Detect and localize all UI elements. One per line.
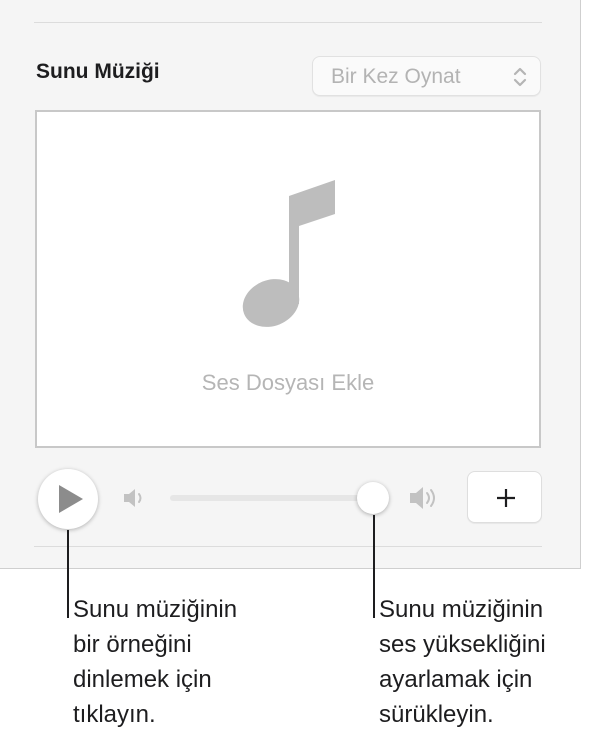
volume-callout-line xyxy=(373,515,375,618)
callout-line-text: Sunu müziğinin xyxy=(379,596,544,623)
top-divider xyxy=(34,22,542,23)
callout-line-text: ses yüksekliğini xyxy=(379,631,546,658)
add-audio-file-label: Ses Dosyası Ekle xyxy=(201,370,375,395)
add-audio-button[interactable] xyxy=(467,471,542,523)
audio-drop-zone[interactable]: Ses Dosyası Ekle xyxy=(35,110,541,448)
callout-line-text: Sunu müziğinin xyxy=(73,596,238,623)
play-button[interactable] xyxy=(38,469,98,529)
bottom-divider xyxy=(34,546,542,547)
chevron-up-down-icon xyxy=(513,67,527,87)
callout-line-text: sürükleyin. xyxy=(379,701,494,728)
volume-slider-track[interactable] xyxy=(170,495,372,501)
music-note-icon xyxy=(242,180,335,327)
plus-icon xyxy=(497,489,515,507)
volume-callout-text: Sunu müziğinin ses yüksekliğini ayarlama… xyxy=(379,592,546,732)
speaker-low-icon xyxy=(124,489,142,507)
callout-line-text: bir örneğini xyxy=(73,631,192,658)
play-callout-line xyxy=(67,530,69,618)
playback-mode-value: Bir Kez Oynat xyxy=(331,65,461,88)
soundtrack-panel: Sunu Müziği Bir Kez Oynat Ses Dosyası Ek… xyxy=(0,0,581,569)
play-icon xyxy=(59,485,83,513)
speaker-high-icon xyxy=(410,487,435,509)
callout-line-text: ayarlamak için xyxy=(379,666,533,693)
volume-slider-thumb[interactable] xyxy=(357,482,389,514)
play-callout-text: Sunu müziğinin bir örneğini dinlemek içi… xyxy=(73,592,237,732)
playback-mode-popup[interactable]: Bir Kez Oynat xyxy=(312,56,541,96)
callout-line-text: dinlemek için xyxy=(73,666,212,693)
callout-line-text: tıklayın. xyxy=(73,701,156,728)
section-title: Sunu Müziği xyxy=(36,60,160,83)
